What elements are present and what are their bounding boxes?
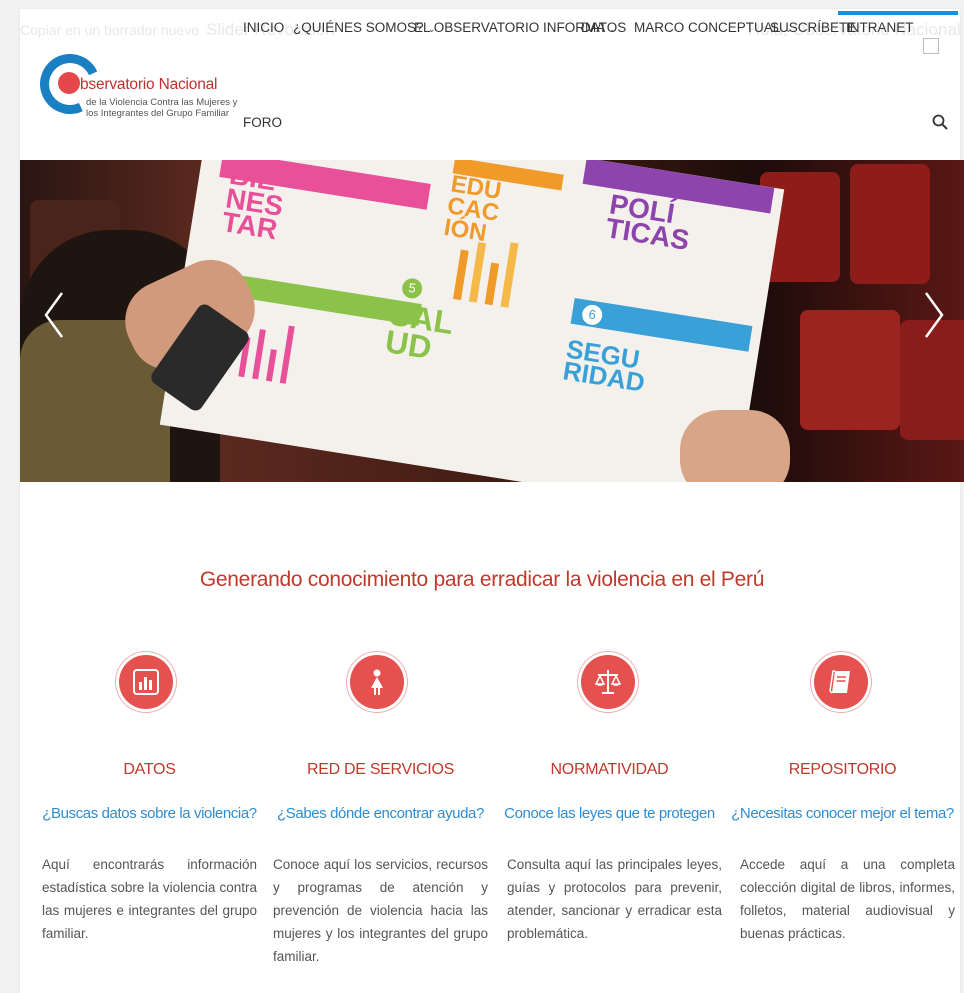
nav-item-suscribete[interactable]: SUSCRÍBETE — [770, 20, 856, 35]
logo-subtitle-line2: los Integrantes del Grupo Familiar — [86, 108, 230, 119]
logo-title: bservatorio Nacional — [80, 76, 218, 93]
woman-icon[interactable] — [350, 655, 404, 709]
logo-dot — [58, 72, 80, 94]
logo-subtitle: de la Violencia Contra las Mujeres y los… — [86, 97, 237, 119]
poster-word-politicas: POLÍ TICAS — [603, 188, 692, 256]
feature-description: Consulta aquí las principales leyes, guí… — [507, 857, 722, 941]
section-tagline: Generando conocimiento para erradicar la… — [199, 568, 765, 591]
slider-prev-icon[interactable] — [40, 285, 70, 345]
nav-label-quienes: ¿QUIÉNES SOMOS? — [293, 20, 424, 35]
poster-bar — [252, 329, 266, 380]
poster-word-salud: SAL UD — [382, 295, 456, 366]
feature-description: Aquí encontrarás información estadística… — [42, 857, 257, 941]
nav-label-marco: MARCO CONCEPTUAL — [634, 20, 781, 35]
feature-title[interactable]: NORMATIVIDAD — [497, 761, 722, 779]
admin-copy-draft-link[interactable]: Copiar en un borrador nuevo — [20, 22, 199, 38]
poster-bar — [468, 242, 487, 303]
feature-title[interactable]: REPOSITORIO — [730, 761, 955, 779]
seat-shape — [800, 310, 900, 430]
poster-word-educacion: EDU CAC IÓN — [442, 170, 504, 248]
hand-right — [680, 410, 790, 482]
feature-subtitle[interactable]: ¿Buscas datos sobre la violencia? — [37, 805, 262, 822]
page-container — [20, 9, 960, 993]
nav-label-observatorio: EL OBSERVATORIO INFORMA — [414, 20, 606, 35]
poster-bar — [265, 349, 277, 382]
seat-shape — [850, 164, 930, 284]
search-icon[interactable] — [932, 114, 948, 130]
poster-word-seguridad: SEGU RIDAD — [560, 333, 647, 398]
admin-avatar[interactable] — [923, 38, 939, 54]
feature-subtitle[interactable]: Conoce las leyes que te protegen — [497, 805, 722, 822]
hero-slider[interactable]: BIE NES TAR EDU CAC IÓN POLÍ TICAS SAL U… — [20, 160, 964, 482]
poster-bar — [484, 262, 500, 306]
nav-item-intranet[interactable]: INTRANET — [846, 20, 914, 35]
nav-item-foro[interactable]: FORO — [243, 115, 282, 130]
poster-word-bienestar: BIE NES TAR — [219, 160, 286, 246]
poster-bar — [500, 242, 519, 308]
scales-icon[interactable] — [581, 655, 635, 709]
logo-subtitle-line1: de la Violencia Contra las Mujeres y — [86, 97, 238, 108]
slider-next-icon[interactable] — [918, 285, 948, 345]
poster-bar — [453, 249, 469, 301]
nav-item-marco-conceptual[interactable]: MARCO CONCEPTUAL ⌄ — [634, 20, 793, 35]
nav-item-datos[interactable]: DATOS — [581, 20, 626, 35]
nav-item-inicio[interactable]: INICIO — [243, 20, 284, 35]
feature-description: Accede aquí a una completa colección dig… — [740, 857, 955, 941]
feature-subtitle[interactable]: ¿Necesitas conocer mejor el tema? — [730, 805, 955, 822]
feature-title[interactable]: RED DE SERVICIOS — [268, 761, 493, 779]
site-logo[interactable]: bservatorio Nacional de la Violencia Con… — [31, 45, 237, 130]
feature-description: Conoce aquí los servicios, recursos y pr… — [273, 857, 488, 964]
poster-bar — [279, 325, 295, 384]
feature-title[interactable]: DATOS — [37, 761, 262, 779]
bar-chart-icon[interactable] — [119, 655, 173, 709]
feature-subtitle[interactable]: ¿Sabes dónde encontrar ayuda? — [268, 805, 493, 822]
book-icon[interactable] — [814, 655, 868, 709]
